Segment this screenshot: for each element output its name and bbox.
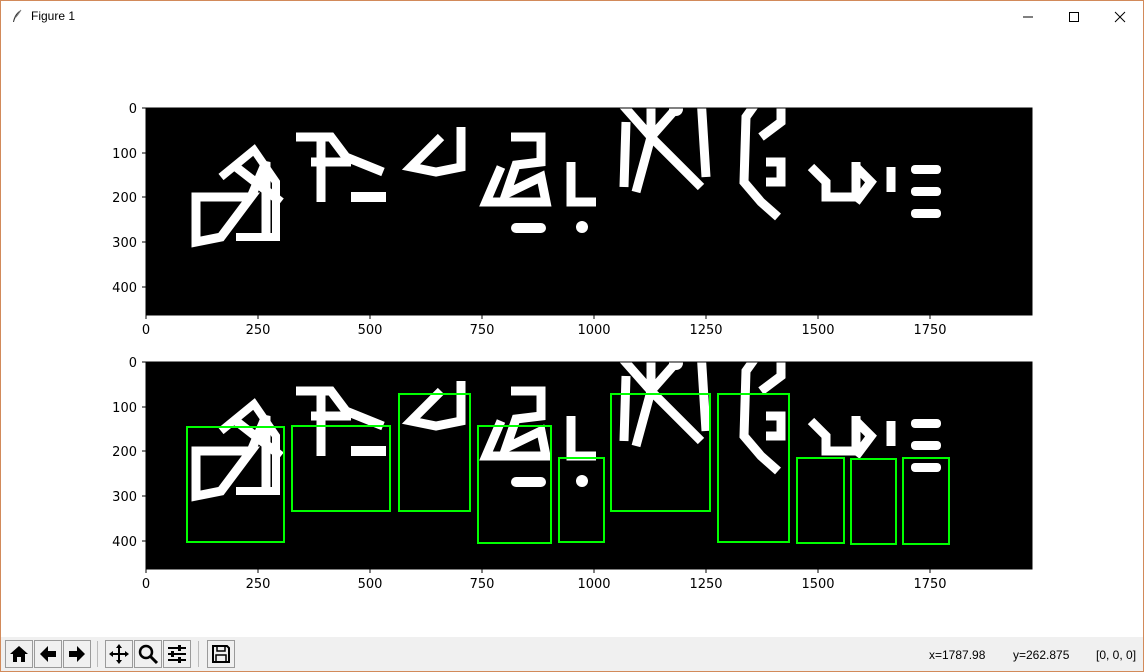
xtick-label: 1500 [801, 577, 834, 592]
ytick-label: 100 [112, 401, 137, 416]
xtick-label: 1000 [577, 323, 610, 338]
ytick-label: 300 [112, 490, 137, 505]
cursor-y-readout: y=262.875 [1013, 648, 1070, 662]
xtick-label: 1250 [689, 323, 722, 338]
minimize-button[interactable] [1005, 1, 1051, 32]
navigation-toolbar: x=1787.98 y=262.875 [0, 0, 0] [1, 637, 1143, 671]
ytick-label: 0 [129, 356, 137, 371]
ytick-label: 200 [112, 191, 137, 206]
zoom-icon [138, 644, 159, 665]
figure-canvas[interactable]: 0 100 200 300 400 0 250 500 750 1000 125… [1, 32, 1143, 636]
toolbar-separator [198, 641, 199, 667]
feather-icon [13, 9, 22, 22]
ytick-label: 0 [129, 102, 137, 117]
maximize-button[interactable] [1051, 1, 1097, 32]
xtick-label: 0 [142, 323, 150, 338]
save-button[interactable] [207, 640, 235, 668]
xtick-label: 250 [246, 577, 271, 592]
close-button[interactable] [1097, 1, 1143, 32]
xtick-label: 750 [470, 323, 495, 338]
xtick-label: 250 [246, 323, 271, 338]
xtick-label: 1750 [913, 323, 946, 338]
xtick-label: 1250 [689, 577, 722, 592]
save-icon [212, 645, 230, 663]
ytick-label: 100 [112, 147, 137, 162]
xtick-label: 1000 [577, 577, 610, 592]
ytick-label: 400 [112, 535, 137, 550]
maximize-icon [1069, 11, 1079, 22]
axes-bottom: 0 100 200 300 400 0 250 500 750 1000 125… [112, 336, 1033, 592]
xtick-label: 500 [358, 577, 383, 592]
minimize-icon [1023, 16, 1033, 17]
xtick-label: 0 [142, 577, 150, 592]
ytick-label: 300 [112, 236, 137, 251]
pan-icon [109, 644, 129, 664]
toolbar-separator [97, 641, 98, 667]
xtick-label: 1500 [801, 323, 834, 338]
pixel-value-readout: [0, 0, 0] [1096, 648, 1137, 662]
back-button[interactable] [34, 640, 62, 668]
configure-subplots-icon [168, 645, 186, 663]
ytick-label: 400 [112, 281, 137, 296]
title-bar: Figure 1 [1, 1, 1143, 32]
forward-button[interactable] [63, 640, 91, 668]
cursor-x-readout: x=1787.98 [929, 648, 986, 662]
zoom-button[interactable] [134, 640, 162, 668]
axes-top: 0 100 200 300 400 0 250 500 750 1000 125… [112, 82, 1033, 338]
ytick-label: 200 [112, 445, 137, 460]
home-icon [10, 646, 28, 662]
configure-subplots-button[interactable] [163, 640, 191, 668]
figure-svg: 0 100 200 300 400 0 250 500 750 1000 125… [112, 32, 1033, 592]
window-title: Figure 1 [31, 9, 76, 23]
xtick-label: 1750 [913, 577, 946, 592]
xtick-label: 500 [358, 323, 383, 338]
forward-icon [69, 646, 85, 662]
xtick-label: 750 [470, 577, 495, 592]
pan-button[interactable] [105, 640, 133, 668]
figure-window: Figure 1 0 100 200 300 400 0 250 500 750… [0, 0, 1144, 672]
back-icon [40, 646, 56, 662]
home-button[interactable] [5, 640, 33, 668]
close-icon [1114, 11, 1126, 22]
